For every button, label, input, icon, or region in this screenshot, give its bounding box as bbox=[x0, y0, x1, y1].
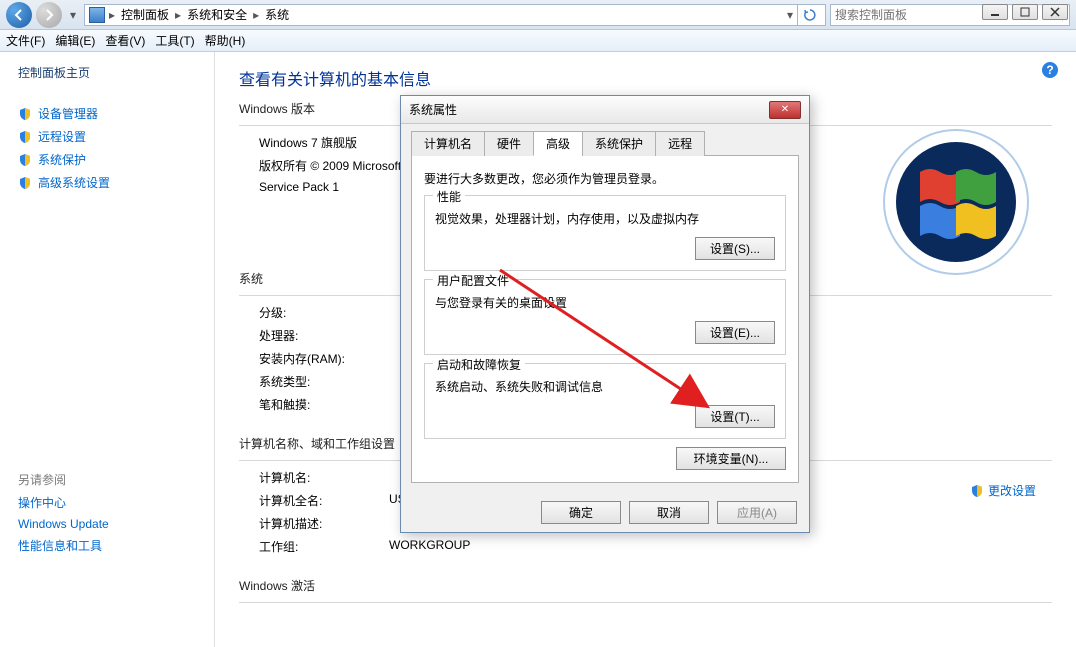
pen-label: 笔和触摸: bbox=[259, 396, 389, 413]
dialog-titlebar[interactable]: 系统属性 ✕ bbox=[401, 96, 809, 124]
tab-panel-advanced: 要进行大多数更改，您必须作为管理员登录。 性能 视觉效果，处理器计划，内存使用，… bbox=[411, 156, 799, 483]
computer-name-label: 计算机名: bbox=[259, 469, 389, 486]
sidebar-link-device-manager[interactable]: 设备管理器 bbox=[18, 105, 204, 122]
shield-icon bbox=[970, 484, 984, 498]
full-name-label: 计算机全名: bbox=[259, 492, 389, 509]
nav-forward-button[interactable] bbox=[36, 2, 62, 28]
group-startup-title: 启动和故障恢复 bbox=[433, 356, 525, 373]
sidebar-link-label: 远程设置 bbox=[38, 128, 86, 145]
workgroup-label: 工作组: bbox=[259, 538, 389, 555]
processor-label: 处理器: bbox=[259, 327, 389, 344]
edition-name: Windows 7 旗舰版 bbox=[259, 134, 357, 151]
sidebar-link-remote[interactable]: 远程设置 bbox=[18, 128, 204, 145]
group-startup-desc: 系统启动、系统失败和调试信息 bbox=[435, 378, 775, 395]
maximize-button[interactable] bbox=[1012, 4, 1038, 20]
nav-history-dropdown[interactable]: ▾ bbox=[66, 2, 80, 28]
close-button[interactable] bbox=[1042, 4, 1068, 20]
service-pack: Service Pack 1 bbox=[259, 180, 339, 194]
tab-advanced[interactable]: 高级 bbox=[533, 131, 583, 156]
windows-logo bbox=[876, 122, 1036, 282]
titlebar: ▾ ▸ 控制面板 ▸ 系统和安全 ▸ 系统 ▾ bbox=[0, 0, 1076, 30]
see-also-title: 另请参阅 bbox=[18, 471, 204, 488]
cancel-button[interactable]: 取消 bbox=[629, 501, 709, 524]
group-user-profiles-title: 用户配置文件 bbox=[433, 272, 513, 289]
breadcrumb-seg-0[interactable]: 控制面板 bbox=[119, 6, 171, 23]
ok-button[interactable]: 确定 bbox=[541, 501, 621, 524]
chevron-right-icon: ▸ bbox=[175, 8, 181, 22]
address-bar[interactable]: ▸ 控制面板 ▸ 系统和安全 ▸ 系统 ▾ bbox=[84, 4, 826, 26]
tab-hardware[interactable]: 硬件 bbox=[484, 131, 534, 156]
ram-label: 安装内存(RAM): bbox=[259, 350, 389, 367]
breadcrumb-seg-1[interactable]: 系统和安全 bbox=[185, 6, 249, 23]
admin-intro: 要进行大多数更改，您必须作为管理员登录。 bbox=[424, 170, 786, 187]
nav-back-button[interactable] bbox=[6, 2, 32, 28]
group-performance-title: 性能 bbox=[433, 188, 465, 205]
performance-settings-button[interactable]: 设置(S)... bbox=[695, 237, 775, 260]
see-also: 另请参阅 操作中心 Windows Update 性能信息和工具 bbox=[18, 471, 204, 554]
see-also-windows-update[interactable]: Windows Update bbox=[18, 517, 204, 531]
apply-button[interactable]: 应用(A) bbox=[717, 501, 797, 524]
sidebar-link-label: 设备管理器 bbox=[38, 105, 98, 122]
control-panel-icon bbox=[89, 7, 105, 23]
breadcrumb-seg-2[interactable]: 系统 bbox=[263, 6, 291, 23]
group-user-profiles-desc: 与您登录有关的桌面设置 bbox=[435, 294, 775, 311]
chevron-right-icon: ▸ bbox=[109, 8, 115, 22]
divider bbox=[239, 602, 1052, 603]
dialog-tabs: 计算机名 硬件 高级 系统保护 远程 bbox=[411, 130, 799, 156]
sidebar-link-label: 高级系统设置 bbox=[38, 174, 110, 191]
page-title: 查看有关计算机的基本信息 bbox=[239, 66, 1052, 90]
shield-icon bbox=[18, 176, 32, 190]
group-performance-desc: 视觉效果，处理器计划，内存使用，以及虚拟内存 bbox=[435, 210, 775, 227]
startup-settings-button[interactable]: 设置(T)... bbox=[695, 405, 775, 428]
sidebar-link-label: 系统保护 bbox=[38, 151, 86, 168]
activation-header: Windows 激活 bbox=[239, 577, 1052, 594]
see-also-action-center[interactable]: 操作中心 bbox=[18, 494, 204, 511]
change-settings-label: 更改设置 bbox=[988, 482, 1036, 499]
menu-tools[interactable]: 工具(T) bbox=[155, 32, 194, 49]
desc-label: 计算机描述: bbox=[259, 515, 389, 532]
dialog-body: 计算机名 硬件 高级 系统保护 远程 要进行大多数更改，您必须作为管理员登录。 … bbox=[401, 124, 809, 493]
menu-edit[interactable]: 编辑(E) bbox=[55, 32, 95, 49]
shield-icon bbox=[18, 130, 32, 144]
menubar: 文件(F) 编辑(E) 查看(V) 工具(T) 帮助(H) bbox=[0, 30, 1076, 52]
chevron-right-icon: ▸ bbox=[253, 8, 259, 22]
menu-help[interactable]: 帮助(H) bbox=[205, 32, 246, 49]
sidebar-title[interactable]: 控制面板主页 bbox=[18, 64, 204, 81]
sidebar-link-advanced[interactable]: 高级系统设置 bbox=[18, 174, 204, 191]
systype-label: 系统类型: bbox=[259, 373, 389, 390]
shield-icon bbox=[18, 107, 32, 121]
help-icon[interactable]: ? bbox=[1042, 62, 1058, 78]
menu-file[interactable]: 文件(F) bbox=[6, 32, 45, 49]
refresh-button[interactable] bbox=[797, 4, 821, 26]
sidebar-link-protection[interactable]: 系统保护 bbox=[18, 151, 204, 168]
chevron-down-icon[interactable]: ▾ bbox=[787, 8, 793, 22]
dialog-footer: 确定 取消 应用(A) bbox=[401, 493, 809, 532]
group-startup-recovery: 启动和故障恢复 系统启动、系统失败和调试信息 设置(T)... bbox=[424, 363, 786, 439]
tab-computer-name[interactable]: 计算机名 bbox=[411, 131, 485, 156]
workgroup-value: WORKGROUP bbox=[389, 538, 470, 555]
window-controls bbox=[974, 0, 1076, 24]
environment-variables-button[interactable]: 环境变量(N)... bbox=[676, 447, 786, 470]
see-also-performance[interactable]: 性能信息和工具 bbox=[18, 537, 204, 554]
dialog-title: 系统属性 bbox=[409, 101, 457, 118]
group-performance: 性能 视觉效果，处理器计划，内存使用，以及虚拟内存 设置(S)... bbox=[424, 195, 786, 271]
shield-icon bbox=[18, 153, 32, 167]
minimize-button[interactable] bbox=[982, 4, 1008, 20]
tab-system-protection[interactable]: 系统保护 bbox=[582, 131, 656, 156]
user-profiles-settings-button[interactable]: 设置(E)... bbox=[695, 321, 775, 344]
copyright: 版权所有 © 2009 Microsoft bbox=[259, 157, 401, 174]
group-user-profiles: 用户配置文件 与您登录有关的桌面设置 设置(E)... bbox=[424, 279, 786, 355]
system-properties-dialog: 系统属性 ✕ 计算机名 硬件 高级 系统保护 远程 要进行大多数更改，您必须作为… bbox=[400, 95, 810, 533]
menu-view[interactable]: 查看(V) bbox=[105, 32, 145, 49]
dialog-close-button[interactable]: ✕ bbox=[769, 101, 801, 119]
rating-label: 分级: bbox=[259, 304, 389, 321]
tab-remote[interactable]: 远程 bbox=[655, 131, 705, 156]
sidebar: 控制面板主页 设备管理器 远程设置 系统保护 高级系统设置 另请参阅 操作中心 … bbox=[0, 52, 215, 647]
change-settings-link[interactable]: 更改设置 bbox=[970, 482, 1036, 499]
